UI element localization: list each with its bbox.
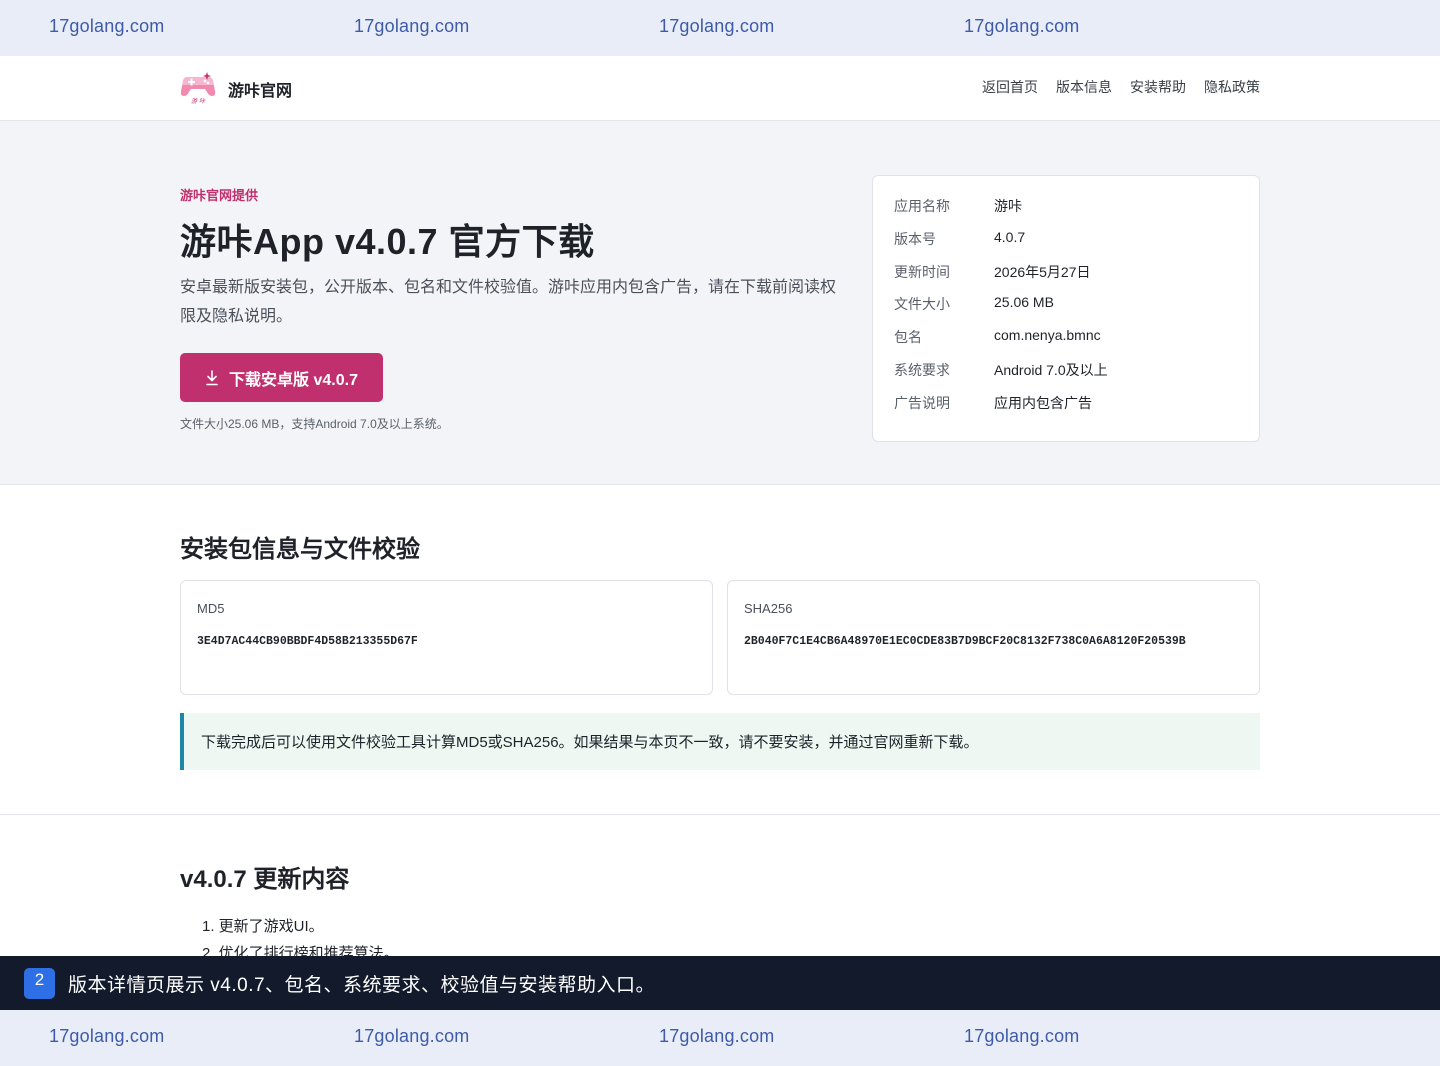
download-button-label: 下载安卓版 v4.0.7: [229, 371, 358, 389]
watermark-bar-top: 17golang.com 17golang.com 17golang.com 1…: [0, 0, 1440, 56]
caption-text: 版本详情页展示 v4.0.7、包名、系统要求、校验值与安装帮助入口。: [68, 974, 656, 996]
info-key: 文件大小: [894, 296, 950, 313]
info-row: 文件大小 25.06 MB: [894, 294, 1238, 327]
file-size-note: 文件大小25.06 MB，支持Android 7.0及以上系统。: [180, 417, 449, 431]
site-header: 游 咔 游咔官网 返回首页 版本信息 安装帮助 隐私政策: [0, 56, 1440, 121]
nav-link-version[interactable]: 版本信息: [1056, 77, 1112, 97]
watermark-bar-bottom: 17golang.com 17golang.com 17golang.com 1…: [0, 1010, 1440, 1066]
info-key: 应用名称: [894, 198, 950, 214]
brand-name[interactable]: 游咔官网: [228, 77, 292, 101]
md5-card: MD5 3E4D7AC44CB90BBDF4D58B213355D67F: [180, 580, 713, 695]
hero-description: 安卓最新版安装包，公开版本、包名和文件校验值。游咔应用内包含广告，请在下载前阅读…: [180, 279, 837, 325]
download-icon: [206, 369, 218, 385]
sha256-value[interactable]: 2B040F7C1E4CB6A48970E1EC0CDE83B7D9BCF20C…: [744, 628, 1243, 656]
caption-step-badge: 2: [24, 967, 55, 999]
hero-eyebrow: 游咔官网提供: [180, 188, 259, 203]
list-item: 1. 更新了游戏UI。: [202, 918, 324, 935]
nav-link-home[interactable]: 返回首页: [982, 77, 1038, 97]
checksum-section: 安装包信息与文件校验 MD5 3E4D7AC44CB90BBDF4D58B213…: [0, 485, 1440, 815]
nav-link-privacy[interactable]: 隐私政策: [1204, 77, 1260, 97]
changelog-title: v4.0.7 更新内容: [180, 866, 350, 893]
watermark-text: 17golang.com: [659, 1026, 775, 1046]
info-value: 2026年5月27日: [994, 263, 1091, 280]
gamepad-logo-icon[interactable]: 游 咔: [180, 71, 216, 105]
info-value: 游咔: [994, 198, 1022, 214]
app-info-card: 应用名称 游咔 版本号 4.0.7 更新时间 2026年5月27日 文件大小 2…: [872, 175, 1260, 442]
info-value: com.nenya.bmnc: [994, 327, 1101, 344]
page-title: 游咔App v4.0.7 官方下载: [180, 221, 595, 262]
info-row: 系统要求 Android 7.0及以上: [894, 360, 1238, 393]
hero-section: 游咔官网提供 游咔App v4.0.7 官方下载 安卓最新版安装包，公开版本、包…: [0, 121, 1440, 485]
download-android-button[interactable]: 下载安卓版 v4.0.7: [180, 353, 383, 402]
info-row: 广告说明 应用内包含广告: [894, 393, 1238, 426]
watermark-text: 17golang.com: [49, 16, 165, 36]
caption-bar: 2 版本详情页展示 v4.0.7、包名、系统要求、校验值与安装帮助入口。: [0, 956, 1440, 1010]
info-value: 4.0.7: [994, 228, 1026, 245]
md5-label: MD5: [197, 601, 225, 616]
main-nav: 返回首页 版本信息 安装帮助 隐私政策: [982, 77, 1260, 97]
info-value: 应用内包含广告: [994, 394, 1092, 411]
info-row: 更新时间 2026年5月27日: [894, 262, 1238, 295]
info-key: 包名: [894, 329, 922, 346]
info-key: 版本号: [894, 230, 936, 247]
svg-text:游 咔: 游 咔: [191, 97, 206, 105]
watermark-text: 17golang.com: [659, 16, 775, 36]
info-value: Android 7.0及以上: [994, 361, 1108, 378]
sha256-label: SHA256: [744, 601, 793, 616]
info-key: 更新时间: [894, 263, 950, 280]
info-row: 版本号 4.0.7: [894, 229, 1238, 262]
info-row: 应用名称 游咔: [894, 196, 1238, 229]
md5-value[interactable]: 3E4D7AC44CB90BBDF4D58B213355D67F: [197, 628, 696, 656]
info-value: 25.06 MB: [994, 294, 1054, 311]
watermark-text: 17golang.com: [964, 1026, 1080, 1046]
watermark-text: 17golang.com: [964, 16, 1080, 36]
info-row: 包名 com.nenya.bmnc: [894, 327, 1238, 360]
sha256-card: SHA256 2B040F7C1E4CB6A48970E1EC0CDE83B7D…: [727, 580, 1260, 695]
info-key: 系统要求: [894, 361, 950, 378]
watermark-text: 17golang.com: [354, 1026, 470, 1046]
verify-tip: 下载完成后可以使用文件校验工具计算MD5或SHA256。如果结果与本页不一致，请…: [180, 713, 1260, 770]
section-title: 安装包信息与文件校验: [180, 536, 420, 563]
info-key: 广告说明: [894, 394, 950, 411]
watermark-text: 17golang.com: [354, 16, 470, 36]
watermark-text: 17golang.com: [49, 1026, 165, 1046]
nav-link-install-help[interactable]: 安装帮助: [1130, 77, 1186, 97]
